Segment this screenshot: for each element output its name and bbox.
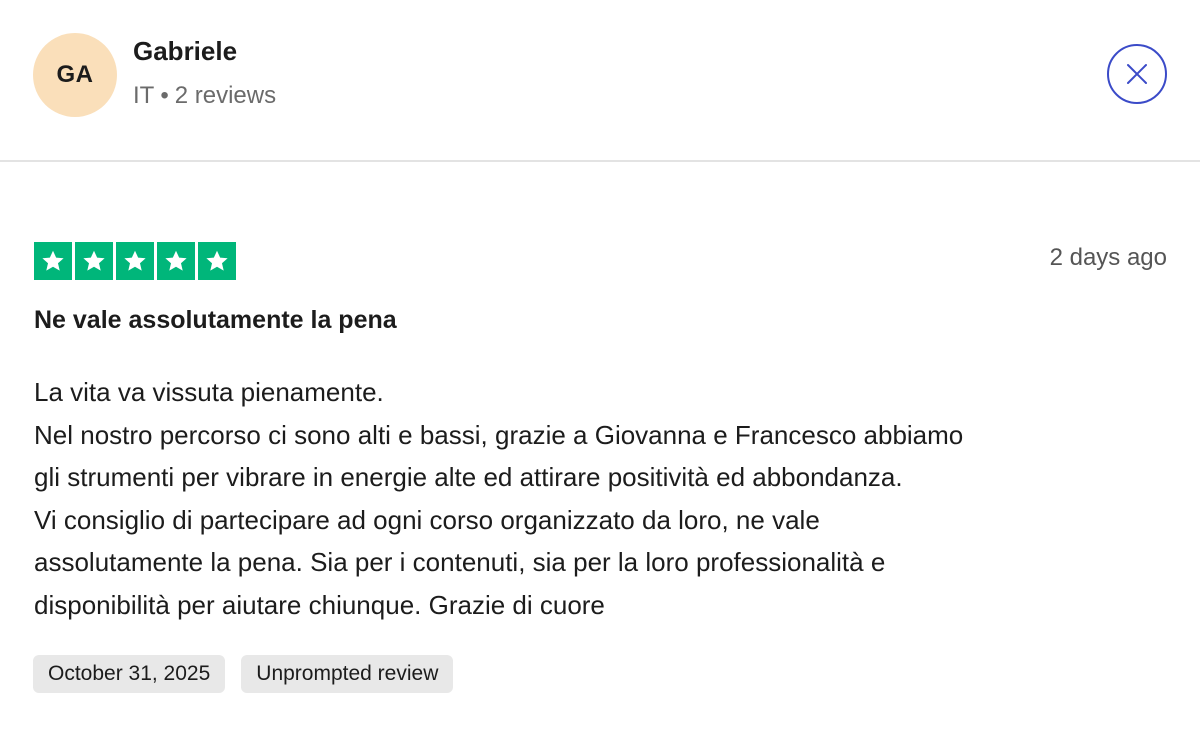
review-body-line: assolutamente la pena. Sia per i contenu… xyxy=(34,547,886,577)
review-body-line: Vi consiglio di partecipare ad ogni cors… xyxy=(34,504,820,535)
review-body-line: La vita va vissuta pienamente. xyxy=(34,377,384,407)
unprompted-review-tag[interactable]: Unprompted review xyxy=(241,655,454,693)
star-icon xyxy=(75,242,113,280)
star-icon xyxy=(198,242,236,280)
reviewer-reviews-count: 2 reviews xyxy=(174,82,277,109)
review-relative-date: 2 days ago xyxy=(1049,244,1167,271)
close-button[interactable] xyxy=(1107,44,1167,104)
review-body-line: Nel nostro percorso ci sono alti e bassi… xyxy=(34,419,964,450)
review-tags: October 31, 2025 Unprompted review xyxy=(33,655,454,693)
reviewer-header: GA Gabriele IT • 2 reviews xyxy=(0,0,1200,162)
review-body: La vita va vissuta pienamente. Nel nostr… xyxy=(34,371,1174,626)
meta-separator: • xyxy=(160,82,169,109)
reviewer-meta: IT • 2 reviews xyxy=(133,82,276,110)
star-rating xyxy=(34,242,236,280)
review-body-line: gli strumenti per vibrare in energie alt… xyxy=(34,462,903,492)
review-body-line: disponibilità per aiutare chiunque. Graz… xyxy=(34,589,605,620)
star-icon xyxy=(157,242,195,280)
review-title: Ne vale assolutamente la pena xyxy=(34,306,397,334)
star-icon xyxy=(34,242,72,280)
close-icon xyxy=(1127,64,1147,84)
reviewer-country: IT xyxy=(133,82,155,109)
avatar: GA xyxy=(33,33,117,117)
star-icon xyxy=(116,242,154,280)
review-date-tag: October 31, 2025 xyxy=(33,655,226,693)
reviewer-name[interactable]: Gabriele xyxy=(133,36,237,67)
